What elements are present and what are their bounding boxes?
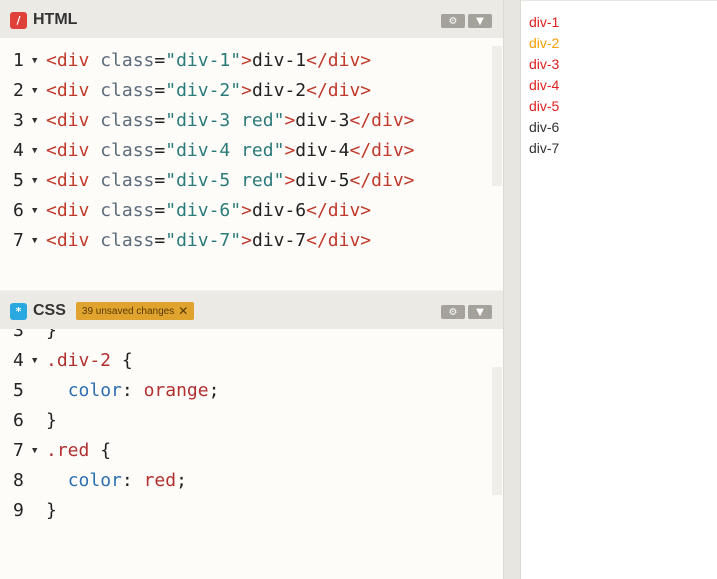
html-collapse-button[interactable]: ▼ (468, 14, 492, 28)
css-settings-button[interactable]: ⚙ (441, 305, 465, 319)
preview-line: div-1 (529, 14, 560, 30)
code-text: <div class="div-7">div-7</div> (46, 230, 372, 251)
code-text: .div-2 { (46, 350, 133, 371)
html-scrollbar[interactable] (492, 46, 502, 186)
preview-line: div-5 (529, 98, 560, 114)
line-number: 2 (13, 80, 24, 101)
code-text: <div class="div-4 red">div-4</div> (46, 140, 415, 161)
result-preview: div-1 div-2 div-3 div-4 div-5 div-6 div-7 (521, 0, 717, 579)
preview-line: div-7 (529, 140, 560, 156)
unsaved-changes-badge[interactable]: 39 unsaved changes ✕ (75, 302, 195, 320)
css-language-icon: * (10, 302, 27, 320)
code-text: <div class="div-6">div-6</div> (46, 200, 372, 221)
css-collapse-button[interactable]: ▼ (468, 305, 492, 319)
html-settings-button[interactable]: ⚙ (441, 14, 465, 28)
html-pane-title: HTML (33, 11, 78, 28)
code-text: .red { (46, 440, 112, 461)
fold-arrow-icon[interactable]: ▼ (32, 436, 37, 466)
preview-line: div-4 (529, 77, 560, 93)
code-text: } (46, 500, 57, 521)
code-text: } (46, 329, 57, 341)
code-text: <div class="div-3 red">div-3</div> (46, 110, 415, 131)
preview-line: div-6 (529, 119, 560, 135)
line-number: 1 (13, 50, 24, 71)
line-number: 7 (13, 440, 24, 461)
fold-arrow-icon[interactable]: ▼ (32, 196, 37, 226)
fold-arrow-icon[interactable]: ▼ (32, 106, 37, 136)
html-pane: / HTML ⚙ ▼ 1 ▼ <div class="div-1">div-1</d… (0, 0, 503, 290)
fold-arrow-icon[interactable]: ▼ (32, 136, 37, 166)
html-pane-header: / HTML ⚙ ▼ (0, 0, 503, 38)
line-number: 5 (13, 170, 24, 191)
chevron-down-icon: ▼ (476, 306, 484, 318)
line-number: 4 (13, 350, 24, 371)
preview-line: div-2 (529, 35, 560, 51)
line-number: 9 (13, 500, 24, 521)
line-number: 5 (13, 380, 24, 401)
css-pane-header: * CSS 39 unsaved changes ✕ ⚙ ▼ (0, 291, 503, 329)
fold-arrow-icon[interactable]: ▼ (32, 46, 37, 76)
gear-icon: ⚙ (448, 15, 458, 27)
line-number: 6 (13, 200, 24, 221)
line-number: 7 (13, 230, 24, 251)
editor-column: / HTML ⚙ ▼ 1 ▼ <div class="div-1">div-1</d… (0, 0, 503, 579)
css-code-editor[interactable]: 3} 4 ▼ .div-2 {5 color: orange; 6} 7 ▼ .red {8 … (0, 329, 490, 574)
line-number: 3 (13, 110, 24, 131)
fold-arrow-icon[interactable]: ▼ (32, 76, 37, 106)
code-text: color: red; (67, 470, 187, 491)
code-text: <div class="div-5 red">div-5</div> (46, 170, 415, 191)
preview-line: div-3 (529, 56, 560, 72)
line-number: 6 (13, 410, 24, 431)
pane-resize-handle[interactable] (503, 0, 521, 579)
fold-arrow-icon[interactable]: ▼ (32, 346, 37, 376)
css-pane-title: CSS (33, 302, 66, 319)
close-icon[interactable]: ✕ (178, 304, 188, 318)
code-text: } (46, 410, 57, 431)
fold-arrow-icon[interactable]: ▼ (32, 166, 37, 196)
code-text: <div class="div-2">div-2</div> (46, 80, 372, 101)
code-text: <div class="div-1">div-1</div> (46, 50, 372, 71)
line-number: 4 (13, 140, 24, 161)
line-number: 3 (13, 329, 24, 341)
gear-icon: ⚙ (448, 306, 458, 318)
line-number: 8 (13, 470, 24, 491)
code-text: color: orange; (67, 380, 220, 401)
chevron-down-icon: ▼ (476, 15, 484, 27)
css-pane: * CSS 39 unsaved changes ✕ ⚙ ▼ 3} 4 ▼ .div-… (0, 291, 503, 579)
html-code-editor[interactable]: 1 ▼ <div class="div-1">div-1</div> 2 ▼ <div c… (0, 46, 490, 286)
fold-arrow-icon[interactable]: ▼ (32, 226, 37, 256)
css-scrollbar[interactable] (492, 367, 502, 495)
html-language-icon: / (10, 11, 27, 29)
